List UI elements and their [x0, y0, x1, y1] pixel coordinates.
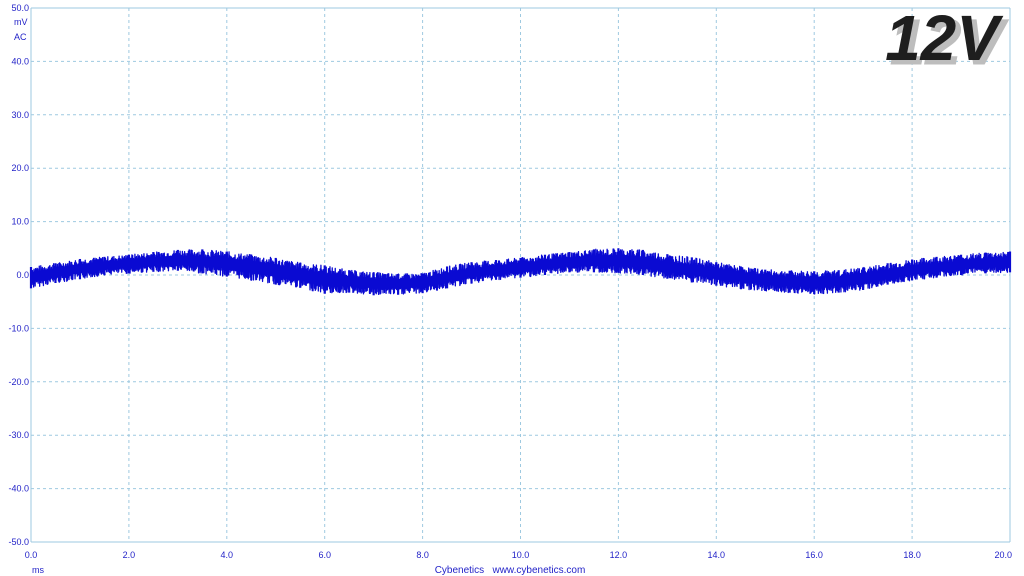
x-tick-label: 0.0: [25, 550, 38, 560]
y-axis-ticks: 50.0 40.0 30.0 20.0 10.0 0.0 -10.0 -20.0 -30.0 -4…: [8, 3, 29, 547]
y-tick-label: -30.0: [8, 430, 29, 440]
y-tick-label: 20.0: [11, 163, 29, 173]
y-tick-label: -20.0: [8, 377, 29, 387]
x-tick-label: 10.0: [512, 550, 530, 560]
coupling-label: AC: [14, 32, 27, 42]
x-tick-label: 6.0: [318, 550, 331, 560]
y-tick-label: -50.0: [8, 537, 29, 547]
y-tick-label: -40.0: [8, 484, 29, 494]
x-tick-label: 18.0: [903, 550, 921, 560]
x-tick-label: 20.0: [994, 550, 1012, 560]
y-tick-label: 0.0: [16, 270, 29, 280]
y-axis-unit: mV: [14, 17, 28, 27]
y-tick-label: 50.0: [11, 3, 29, 13]
x-tick-label: 16.0: [805, 550, 823, 560]
x-tick-label: 2.0: [123, 550, 136, 560]
x-axis-unit: ms: [32, 565, 44, 575]
voltage-badge: 12V 12V: [885, 2, 1010, 79]
y-tick-label: 10.0: [11, 217, 29, 227]
y-tick-label: 40.0: [11, 56, 29, 66]
x-axis-ticks: 0.0 2.0 4.0 6.0 8.0 10.0 12.0 14.0 16.0 18.0 20.0: [25, 550, 1012, 560]
oscilloscope-chart: 50.0 40.0 30.0 20.0 10.0 0.0 -10.0 -20.0 -30.0 -4…: [8, 2, 1012, 576]
x-tick-label: 8.0: [416, 550, 429, 560]
x-tick-label: 12.0: [610, 550, 628, 560]
y-tick-label: 30.0: [11, 110, 29, 120]
footer-credit: Cybenetics www.cybenetics.com: [435, 565, 586, 576]
y-tick-label: -10.0: [8, 323, 29, 333]
x-tick-label: 4.0: [221, 550, 234, 560]
voltage-badge-label: 12V: [885, 2, 1004, 74]
x-tick-label: 14.0: [708, 550, 726, 560]
